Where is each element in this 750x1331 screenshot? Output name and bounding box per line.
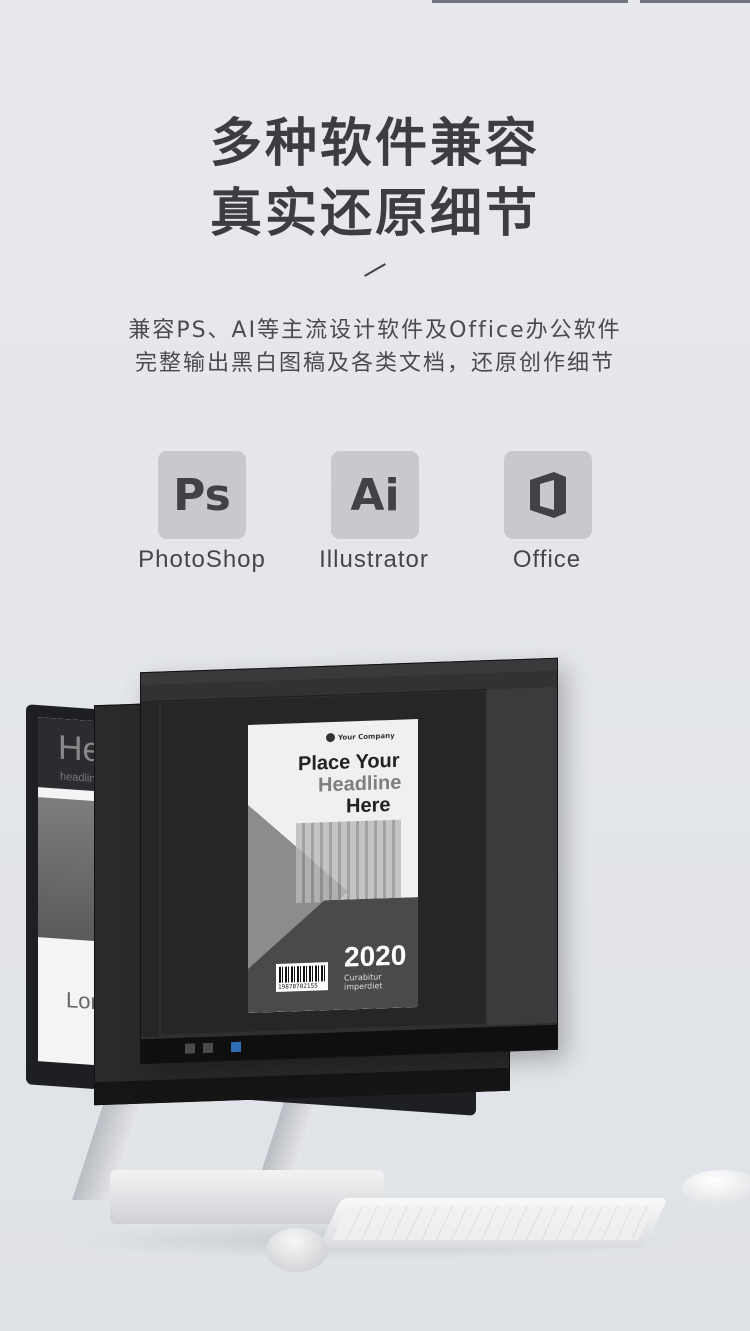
photoshop-toolbar <box>141 700 159 1038</box>
top-strip-segment <box>640 0 750 3</box>
keyboard <box>318 1198 668 1248</box>
photoshop-glyph: Ps <box>173 469 231 521</box>
app-label-illustrator: Illustrator <box>319 546 429 573</box>
poster-artwork: Your Company Place Your Headline Here 20… <box>248 719 418 1013</box>
taskbar-search-icon <box>203 1042 213 1054</box>
description-line-2: 完整输出黑白图稿及各类文档，还原创作细节 <box>134 351 615 376</box>
office-logo-icon <box>530 472 566 518</box>
poster-brand-logo-icon <box>326 732 335 743</box>
illustrator-glyph: Ai <box>350 469 400 521</box>
taskbar-start-icon <box>185 1043 195 1054</box>
app-label-office: Office <box>512 546 582 573</box>
dial-puck <box>266 1228 328 1272</box>
poster-city-image <box>296 819 401 904</box>
mouse <box>682 1170 750 1206</box>
top-strip <box>0 0 750 4</box>
poster-subtitle: Curabitur imperdiet <box>344 972 383 992</box>
poster-title-line-3: Here <box>346 793 391 818</box>
keyboard-keys <box>332 1206 654 1240</box>
poster-barcode: 19878702155 <box>276 962 328 992</box>
poster-brand: Your Company <box>338 731 395 742</box>
headline-line-2: 真实还原细节 <box>209 184 540 244</box>
slash-divider-icon <box>364 263 386 277</box>
photoshop-icon[interactable]: Ps <box>158 451 246 539</box>
taskbar-photoshop-icon <box>231 1041 241 1053</box>
office-icon[interactable] <box>504 451 592 539</box>
desk-scene: Hea headline.inc Lore Your Company Place… <box>0 640 750 1331</box>
top-strip-segment <box>432 0 628 3</box>
illustrator-icon[interactable]: Ai <box>331 451 419 539</box>
description-line-1: 兼容PS、AI等主流设计软件及Office办公软件 <box>128 318 622 343</box>
headline-line-1: 多种软件兼容 <box>209 114 540 174</box>
barcode-number: 19878702155 <box>278 982 318 991</box>
poster-year: 2020 <box>344 939 407 973</box>
photoshop-layers-panel <box>487 686 557 1026</box>
app-label-photoshop: PhotoShop <box>138 546 266 573</box>
barcode-bars <box>279 965 325 983</box>
